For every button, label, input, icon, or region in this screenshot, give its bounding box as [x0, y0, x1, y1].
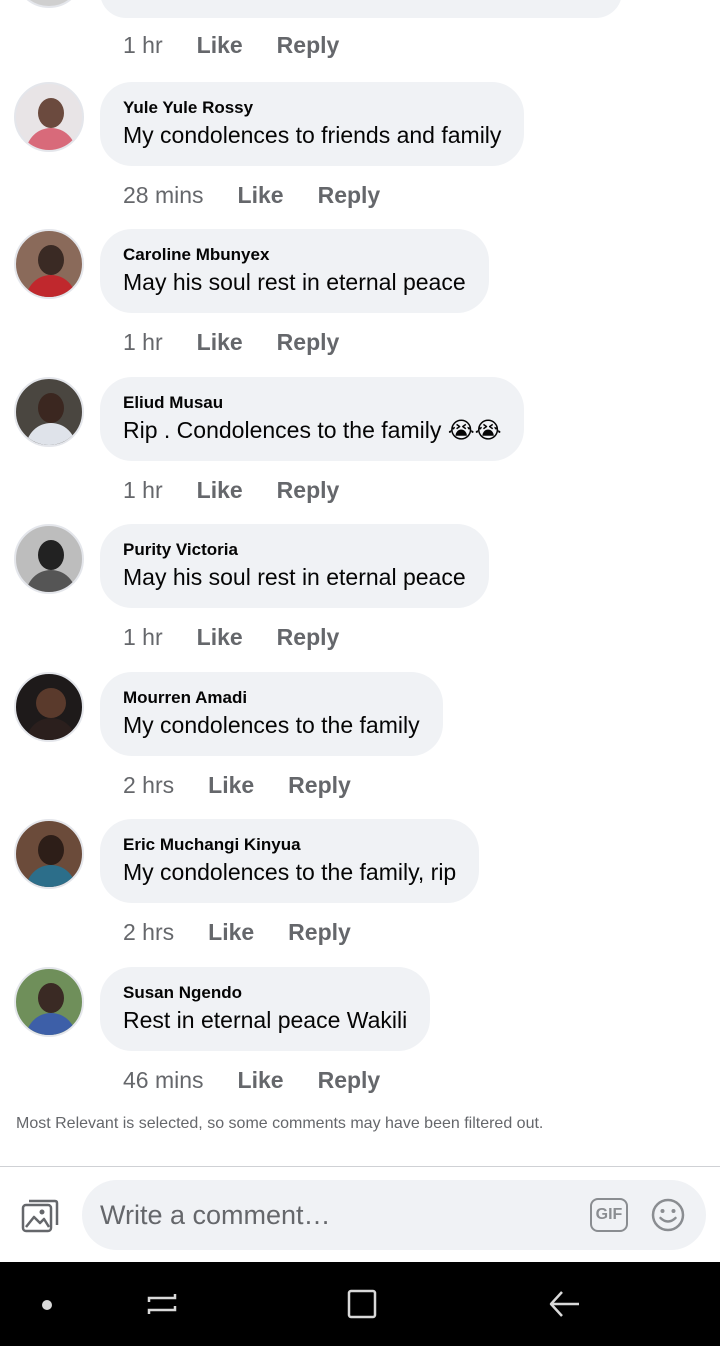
comment-actions: 1 hr Like Reply	[123, 327, 339, 357]
commenter-name[interactable]: Susan Ngendo	[123, 983, 407, 1003]
reply-button[interactable]: Reply	[277, 624, 340, 651]
avatar[interactable]	[14, 672, 84, 742]
gif-button[interactable]: GIF	[590, 1198, 628, 1232]
comment-time: 2 hrs	[123, 918, 175, 945]
comment-item: Yule Yule Rossy My condolences to friend…	[0, 82, 720, 229]
comment-time: 1 hr	[123, 476, 163, 503]
reply-button[interactable]: Reply	[277, 477, 340, 504]
comment-bubble	[100, 0, 622, 18]
comment-time: 2 hrs	[123, 771, 175, 798]
comment-text: My condolences to the family	[123, 712, 420, 738]
comment-bubble[interactable]: Mourren Amadi My condolences to the fami…	[100, 672, 443, 756]
comment-actions: 1 hr Like Reply	[123, 622, 339, 652]
commenter-name[interactable]: Eliud Musau	[123, 393, 501, 413]
avatar[interactable]	[14, 377, 84, 447]
comments-feed[interactable]: 1 hr Like Reply Yule Yule Rossy My condo…	[0, 0, 720, 1166]
comment-bubble[interactable]: Eliud Musau Rip . Condolences to the fam…	[100, 377, 525, 461]
avatar[interactable]	[14, 0, 84, 8]
comment-bubble[interactable]: Susan Ngendo Rest in eternal peace Wakil…	[100, 967, 431, 1051]
commenter-name[interactable]: Eric Muchangi Kinyua	[123, 835, 456, 855]
comment-item: Caroline Mbunyex May his soul rest in et…	[0, 229, 720, 376]
comment-actions: 28 mins Like Reply	[123, 180, 380, 210]
comment-item: Eric Muchangi Kinyua My condolences to t…	[0, 819, 720, 966]
reply-button[interactable]: Reply	[318, 1067, 381, 1094]
comment-text: Rest in eternal peace Wakili	[123, 1007, 408, 1033]
comment-actions: 2 hrs Like Reply	[123, 770, 351, 800]
recents-icon[interactable]	[142, 1284, 182, 1324]
like-button[interactable]: Like	[238, 1067, 284, 1094]
avatar[interactable]	[14, 819, 84, 889]
like-button[interactable]: Like	[238, 182, 284, 209]
like-button[interactable]: Like	[208, 772, 254, 799]
smiley-icon[interactable]	[650, 1197, 686, 1233]
like-button[interactable]: Like	[197, 624, 243, 651]
comment-time: 28 mins	[123, 181, 204, 208]
comment-item: Susan Ngendo Rest in eternal peace Wakil…	[0, 967, 720, 1114]
reply-button[interactable]: Reply	[277, 32, 340, 59]
avatar[interactable]	[14, 229, 84, 299]
photo-icon[interactable]	[18, 1195, 62, 1235]
like-button[interactable]: Like	[197, 329, 243, 356]
commenter-name[interactable]: Purity Victoria	[123, 540, 466, 560]
comment-bubble[interactable]: Purity Victoria May his soul rest in ete…	[100, 524, 489, 608]
comment-item: Mourren Amadi My condolences to the fami…	[0, 672, 720, 819]
comment-actions: 2 hrs Like Reply	[123, 917, 351, 947]
like-button[interactable]: Like	[197, 32, 243, 59]
comment-text: Rip . Condolences to the family 😭😭	[123, 417, 502, 443]
dot-icon	[42, 1300, 52, 1310]
comment-input-container: GIF	[82, 1180, 706, 1250]
comment-time: 46 mins	[123, 1066, 204, 1093]
comment-bubble[interactable]: Caroline Mbunyex May his soul rest in et…	[100, 229, 489, 313]
comment-text: My condolences to friends and family	[123, 122, 502, 148]
comment-actions: 1 hr Like Reply	[123, 475, 339, 505]
comment-actions: 46 mins Like Reply	[123, 1065, 380, 1095]
comment-bubble[interactable]: Yule Yule Rossy My condolences to friend…	[100, 82, 525, 166]
avatar[interactable]	[14, 82, 84, 152]
commenter-name[interactable]: Caroline Mbunyex	[123, 245, 466, 265]
comment-time: 1 hr	[123, 623, 163, 650]
commenter-name[interactable]: Mourren Amadi	[123, 688, 420, 708]
comment-actions: 1 hr Like Reply	[123, 30, 339, 60]
comment-item: Eliud Musau Rip . Condolences to the fam…	[0, 377, 720, 524]
comment-item: Purity Victoria May his soul rest in ete…	[0, 524, 720, 671]
avatar[interactable]	[14, 967, 84, 1037]
comment-text: May his soul rest in eternal peace	[123, 564, 466, 590]
system-navigation-bar	[0, 1262, 720, 1346]
reply-button[interactable]: Reply	[288, 919, 351, 946]
back-icon[interactable]	[544, 1284, 584, 1324]
comment-composer: GIF	[0, 1166, 720, 1262]
reply-button[interactable]: Reply	[277, 329, 340, 356]
reply-button[interactable]: Reply	[318, 182, 381, 209]
comment-input[interactable]	[100, 1192, 580, 1238]
comment-bubble[interactable]: Eric Muchangi Kinyua My condolences to t…	[100, 819, 480, 903]
comment-text: My condolences to the family, rip	[123, 859, 457, 885]
comment-time: 1 hr	[123, 328, 163, 355]
commenter-name[interactable]: Yule Yule Rossy	[123, 98, 501, 118]
avatar[interactable]	[14, 524, 84, 594]
like-button[interactable]: Like	[197, 477, 243, 504]
comment-text: May his soul rest in eternal peace	[123, 269, 466, 295]
like-button[interactable]: Like	[208, 919, 254, 946]
comment-time: 1 hr	[123, 31, 163, 58]
reply-button[interactable]: Reply	[288, 772, 351, 799]
home-icon[interactable]	[342, 1284, 382, 1324]
filter-note: Most Relevant is selected, so some comme…	[16, 1115, 544, 1132]
